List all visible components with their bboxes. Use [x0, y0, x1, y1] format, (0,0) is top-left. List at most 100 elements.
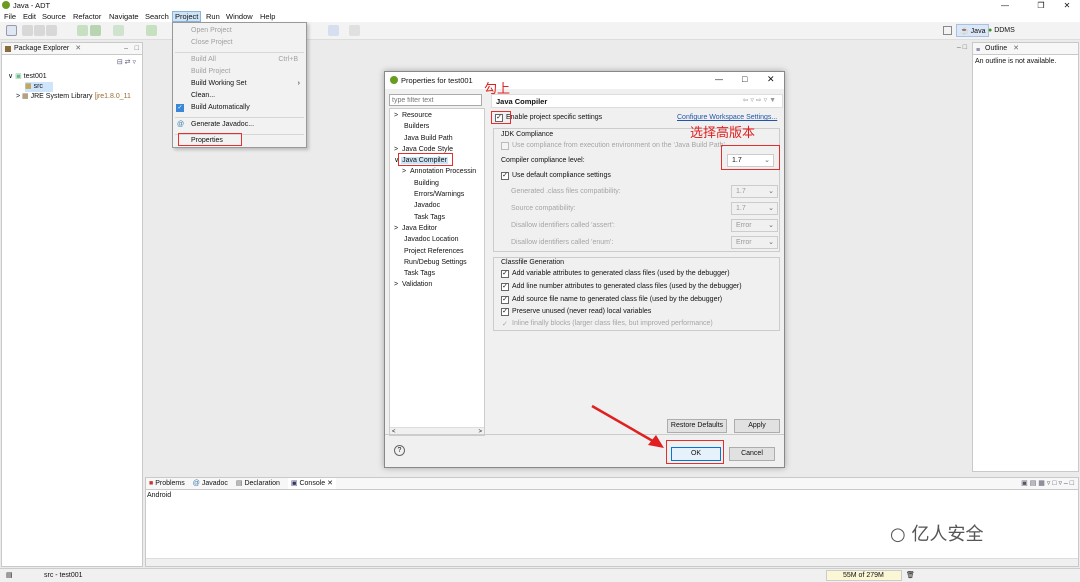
- tab-javadoc[interactable]: @ Javadoc: [193, 478, 228, 489]
- tab-console[interactable]: ▣ Console ✕: [287, 478, 336, 489]
- menu-search[interactable]: Search: [143, 11, 171, 22]
- garbage-collect-icon[interactable]: 🗑: [906, 569, 915, 582]
- tree-run-debug-settings[interactable]: Run/Debug Settings: [394, 257, 484, 268]
- page-title: Java Compiler: [496, 97, 548, 106]
- tree-errors-warnings[interactable]: Errors/Warnings: [394, 189, 484, 200]
- menu-window[interactable]: Window: [224, 11, 255, 22]
- tree-builders[interactable]: Builders: [394, 121, 484, 132]
- package-explorer-tab[interactable]: Package Explorer ✕ – □: [2, 43, 142, 55]
- enum-select[interactable]: Error ⌄: [731, 236, 778, 249]
- classfile-option-checkbox[interactable]: ✓: [501, 296, 509, 304]
- android-sdk-icon[interactable]: [77, 25, 88, 36]
- toggle-mark-icon[interactable]: [328, 25, 339, 36]
- tree-task-tags-compiler[interactable]: Task Tags: [394, 212, 484, 223]
- close-outline-icon[interactable]: ✕: [1013, 45, 1019, 52]
- menu-navigate[interactable]: Navigate: [107, 11, 141, 22]
- menu-item-generate-javadoc[interactable]: @ Generate Javadoc...: [173, 119, 306, 131]
- save-icon[interactable]: [22, 25, 33, 36]
- menu-item-build-working-set[interactable]: Build Working Set ›: [173, 78, 306, 90]
- save-all-icon[interactable]: [34, 25, 45, 36]
- tab-declaration[interactable]: ▤ Declaration: [236, 478, 280, 489]
- menu-source[interactable]: Source: [40, 11, 68, 22]
- configure-workspace-link[interactable]: Configure Workspace Settings...: [677, 114, 777, 121]
- menu-edit[interactable]: Edit: [21, 11, 38, 22]
- generated-compat-select[interactable]: 1.7 ⌄: [731, 185, 778, 198]
- collapse-all-icon[interactable]: ⊟: [117, 59, 123, 66]
- tree-javadoc-location[interactable]: Javadoc Location: [394, 234, 484, 245]
- tree-item-project[interactable]: ∨ ▣ test001: [8, 72, 131, 82]
- tree-validation[interactable]: > Validation: [394, 279, 484, 290]
- new-icon[interactable]: [6, 25, 17, 36]
- page-nav-icons[interactable]: ⇦ ▿ ⇨ ▿ ▼: [743, 96, 776, 104]
- classfile-option-label: Add line number attributes to generated …: [512, 283, 742, 290]
- ddms-perspective-button[interactable]: ● DDMS: [988, 24, 1015, 37]
- dialog-minimize-icon[interactable]: —: [715, 75, 723, 84]
- open-perspective-icon[interactable]: [943, 26, 952, 35]
- menu-refactor[interactable]: Refactor: [71, 11, 103, 22]
- help-icon[interactable]: ?: [394, 445, 405, 456]
- close-console-icon[interactable]: ✕: [327, 480, 333, 487]
- menu-item-open-project[interactable]: Open Project: [173, 25, 306, 37]
- enable-specific-label: Enable project specific settings: [506, 114, 603, 121]
- heap-status-text: 55M of 279M: [843, 572, 884, 579]
- minimize-view-icon[interactable]: –: [124, 43, 128, 55]
- lint-icon[interactable]: [113, 25, 124, 36]
- android-avd-icon[interactable]: [90, 25, 101, 36]
- tree-javadoc[interactable]: Javadoc: [394, 200, 484, 211]
- apply-button[interactable]: Apply: [734, 419, 780, 433]
- menu-file[interactable]: File: [2, 11, 18, 22]
- close-view-icon[interactable]: ✕: [75, 45, 81, 52]
- restore-defaults-button[interactable]: Restore Defaults: [667, 419, 727, 433]
- menu-help[interactable]: Help: [258, 11, 277, 22]
- tree-java-editor[interactable]: > Java Editor: [394, 223, 484, 234]
- menu-project[interactable]: Project: [172, 11, 202, 22]
- assert-select[interactable]: Error ⌄: [731, 219, 778, 232]
- use-exec-env-checkbox[interactable]: [501, 142, 509, 150]
- menu-item-close-project[interactable]: Close Project: [173, 37, 306, 49]
- dialog-close-icon[interactable]: ✕: [767, 74, 775, 85]
- tree-java-build-path[interactable]: Java Build Path: [394, 133, 484, 144]
- classfile-option-checkbox[interactable]: ✓: [501, 308, 509, 316]
- new-android-project-icon[interactable]: [146, 25, 157, 36]
- tree-resource-label: Resource: [401, 112, 432, 119]
- tree-building[interactable]: Building: [394, 178, 484, 189]
- filter-input[interactable]: [389, 94, 482, 106]
- classfile-option-checkmark-icon[interactable]: ✓: [502, 320, 508, 328]
- tree-item-src[interactable]: ▦ src: [25, 82, 53, 92]
- tree-project-references[interactable]: Project References: [394, 246, 484, 257]
- java-perspective-button[interactable]: ☕ Java: [956, 24, 990, 37]
- tree-resource[interactable]: > Resource: [394, 110, 484, 121]
- link-editor-icon[interactable]: ⇄: [125, 59, 131, 66]
- tree-task-tags[interactable]: Task Tags: [394, 268, 484, 279]
- maximize-view-icon[interactable]: □: [135, 43, 139, 55]
- tree-annotation-processing[interactable]: > Annotation Processin: [394, 166, 484, 177]
- watermark-text: 亿人安全: [911, 524, 984, 545]
- menu-item-clean[interactable]: Clean...: [173, 90, 306, 102]
- menu-item-build-automatically[interactable]: ✓ Build Automatically: [173, 102, 306, 114]
- menu-run[interactable]: Run: [204, 11, 222, 22]
- close-window-icon[interactable]: ✕: [1052, 0, 1080, 11]
- classfile-option-checkbox[interactable]: ✓: [501, 283, 509, 291]
- use-default-compliance-checkbox[interactable]: ✓: [501, 172, 509, 180]
- next-annotation-icon[interactable]: [349, 25, 360, 36]
- outline-tab[interactable]: ≡ Outline ✕: [973, 43, 1078, 55]
- minimize-icon[interactable]: —: [990, 0, 1020, 11]
- dialog-maximize-icon[interactable]: □: [742, 74, 747, 84]
- dropdown-arrow-icon: ⌄: [768, 188, 774, 195]
- tree-item-jre[interactable]: > ▦ JRE System Library [jre1.8.0_11: [16, 92, 131, 102]
- source-compat-select[interactable]: 1.7 ⌄: [731, 202, 778, 215]
- console-hscrollbar[interactable]: [146, 558, 1078, 566]
- view-menu-icon[interactable]: ▿: [132, 59, 136, 66]
- package-explorer-view: Package Explorer ✕ – □ ⊟ ⇄ ▿ ∨ ▣ test001…: [1, 42, 143, 567]
- highlight-java-compiler: [398, 153, 453, 166]
- cancel-button[interactable]: Cancel: [729, 447, 775, 461]
- highlight-enable-checkbox: [491, 111, 511, 124]
- editor-area-controls[interactable]: – □: [957, 44, 967, 51]
- menu-item-build-all[interactable]: Build All Ctrl+B: [173, 54, 306, 66]
- outline-view: ≡ Outline ✕ An outline is not available.: [972, 42, 1079, 472]
- tab-problems[interactable]: ■ Problems: [149, 478, 185, 489]
- print-icon[interactable]: [46, 25, 57, 36]
- classfile-option-checkbox[interactable]: ✓: [501, 270, 509, 278]
- console-toolbar[interactable]: ▣ ▤ ▦ ▿ □ ▿ – □: [1021, 479, 1074, 487]
- menu-item-build-project[interactable]: Build Project: [173, 66, 306, 78]
